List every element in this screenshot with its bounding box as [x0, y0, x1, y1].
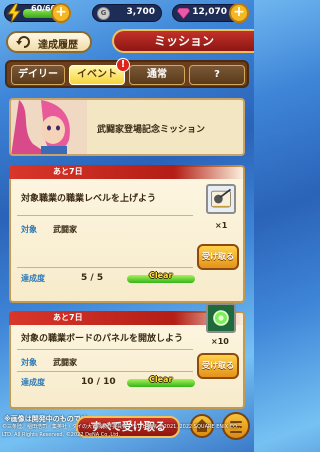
claim-button[interactable]: 受け取る — [197, 244, 239, 270]
lightning-icon — [7, 3, 21, 23]
history-refresh-icon — [16, 36, 30, 48]
target-label: 対象 — [21, 225, 37, 234]
tab-event[interactable]: イベント ! — [69, 58, 130, 85]
divider — [17, 349, 193, 350]
clear-status: Clear — [149, 375, 173, 384]
reward-quantity: ×1 — [215, 221, 228, 230]
target-value: 武闘家 — [53, 358, 77, 367]
progress-label: 達成度 — [21, 378, 45, 387]
mission-title: 対象職業の職業レベルを上げよう — [21, 194, 157, 204]
claim-button[interactable]: 受け取る — [197, 353, 239, 379]
plus-icon: + — [233, 4, 245, 20]
history-label: 達成履歴 — [38, 40, 78, 51]
progress-label: 達成度 — [21, 274, 45, 283]
tab-daily[interactable]: デイリー — [11, 65, 65, 85]
notification-badge: ! — [116, 58, 130, 72]
tab-normal[interactable]: 通常 — [129, 65, 185, 85]
divider — [17, 215, 193, 216]
mission-card: あと7日 対象職業の職業レベルを上げよう 対象 武闘家 達成度 5 / 5 Cl… — [9, 165, 245, 303]
add-gems-button[interactable]: + — [229, 3, 249, 23]
coin-icon: G — [97, 7, 110, 20]
tab-label: 通常 — [147, 69, 167, 80]
mission-card: あと7日 対象の職業ボードのパネルを開放しよう 対象 武闘家 達成度 10 / … — [9, 303, 245, 409]
add-stamina-button[interactable]: + — [51, 3, 71, 23]
tab-label: イベント — [77, 69, 117, 80]
coin-count: 3,700 — [126, 7, 155, 17]
tab-help[interactable]: ? — [189, 65, 245, 85]
tab-label: ? — [214, 69, 220, 80]
status-bar: 60/60 + G 3,700 12,070 + — [0, 0, 254, 28]
coin-display: G 3,700 — [92, 4, 162, 22]
banner-title: 武闘家登場記念ミッション — [97, 125, 206, 135]
gem-icon — [177, 8, 190, 19]
weapon-scroll-icon — [206, 184, 236, 214]
clear-status: Clear — [149, 271, 173, 280]
progress-value: 10 / 10 — [81, 377, 116, 387]
reward-quantity: ×10 — [211, 337, 229, 346]
green-orb-icon — [206, 303, 236, 333]
mission-title: 対象の職業ボードのパネルを開放しよう — [21, 334, 184, 344]
divider — [17, 371, 193, 372]
achievement-history-button[interactable]: 達成履歴 — [6, 31, 92, 53]
mission-tabs: デイリー イベント ! 通常 ? — [5, 58, 249, 88]
target-label: 対象 — [21, 358, 37, 367]
stamina-display: 60/60 + — [4, 3, 71, 23]
gem-display: 12,070 + — [172, 3, 249, 23]
gem-count: 12,070 — [192, 7, 227, 17]
copyright-text: ©三条陸、稲田浩司／集英社・ダイの大冒険製作委員会・テレビ東京 ©2021, 2… — [2, 424, 241, 438]
days-left-ribbon: あと7日 — [9, 165, 245, 179]
divider — [17, 267, 193, 268]
tab-label: デイリー — [18, 69, 58, 80]
target-value: 武闘家 — [53, 225, 77, 234]
page-title: ミッション — [112, 29, 254, 53]
character-portrait — [11, 100, 87, 154]
progress-value: 5 / 5 — [81, 273, 104, 283]
plus-icon: + — [55, 4, 67, 20]
event-banner: 武闘家登場記念ミッション — [9, 98, 245, 156]
